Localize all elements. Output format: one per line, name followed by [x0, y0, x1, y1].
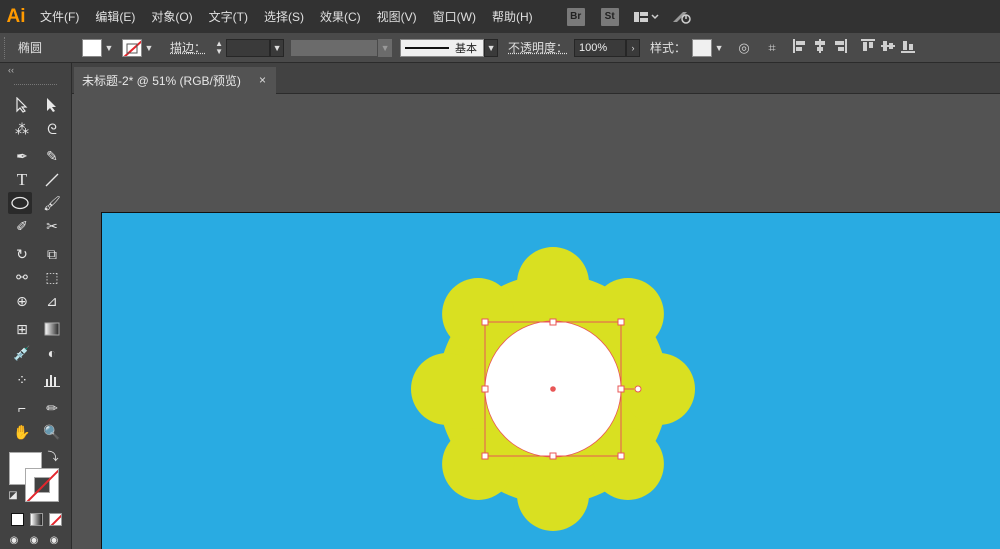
- align-left-icon[interactable]: [790, 39, 810, 56]
- recolor-artwork-icon[interactable]: ◎: [734, 40, 754, 56]
- arrange-documents-icon[interactable]: [633, 10, 659, 24]
- column-graph-tool-icon[interactable]: [40, 369, 64, 391]
- stroke-stepper-icon[interactable]: ▲ ▼: [212, 39, 226, 57]
- opacity-label[interactable]: 不透明度：: [508, 39, 568, 56]
- fill-dropdown-icon[interactable]: ▼: [102, 39, 116, 57]
- graphic-style-swatch[interactable]: [692, 38, 713, 57]
- perspective-grid-tool-icon[interactable]: ⊿: [40, 290, 64, 312]
- lasso-tool-icon[interactable]: ᘓ: [40, 118, 64, 140]
- brush-dropdown-icon[interactable]: ▼: [484, 38, 499, 57]
- ellipse-tool-icon[interactable]: [8, 192, 32, 214]
- draw-inside-icon[interactable]: ◉: [46, 533, 62, 547]
- menu-bar: Ai 文件(F) 编辑(E) 对象(O) 文字(T) 选择(S) 效果(C) 视…: [0, 0, 1000, 33]
- menu-file[interactable]: 文件(F): [32, 0, 87, 33]
- selection-type-label: 椭圆: [18, 41, 43, 55]
- zoom-tool-icon[interactable]: 🔍: [40, 421, 64, 443]
- none-mode-button[interactable]: [49, 513, 62, 526]
- tools-panel-grip[interactable]: [14, 77, 57, 85]
- blend-tool-icon[interactable]: ◐: [40, 342, 64, 364]
- menu-view[interactable]: 视图(V): [369, 0, 425, 33]
- stroke-color-swatch[interactable]: [122, 38, 143, 57]
- style-label: 样式：: [650, 41, 687, 55]
- menu-select[interactable]: 选择(S): [256, 0, 312, 33]
- width-tool-icon[interactable]: ⚯: [10, 266, 34, 288]
- stock-button[interactable]: St: [600, 7, 619, 26]
- slice-tool-icon[interactable]: ✏: [40, 397, 64, 419]
- selection-tool-icon[interactable]: [10, 94, 34, 116]
- artboard[interactable]: [101, 212, 1000, 549]
- mesh-tool-icon[interactable]: ⊞: [10, 318, 34, 340]
- canvas-area[interactable]: [72, 94, 1000, 549]
- artboard-tool-icon[interactable]: ⌐: [10, 397, 34, 419]
- pen-tool-icon[interactable]: ✒: [10, 145, 34, 167]
- tools-panel: ‹‹ ⁂ ᘓ ✒ ✎ T 🖌 ✐ ✂ ↻ ⧉ ⚯ ⬚ ⊕ ⊿ ⊞ 💉 ◐ ⁘ ⌐…: [0, 63, 72, 549]
- symbol-sprayer-tool-icon[interactable]: ⁘: [10, 369, 34, 391]
- none-slash-icon: [26, 469, 58, 501]
- draw-behind-icon[interactable]: ◉: [26, 533, 42, 547]
- center-point: [550, 386, 556, 392]
- curvature-tool-icon[interactable]: ✎: [40, 145, 64, 167]
- control-bar: 椭圆 ▼ ▼ 描边： ▲ ▼ ▼ ▼ 基本 ▼ 不透明度： 100% › 样式： …: [0, 33, 1000, 63]
- swap-fill-stroke-icon[interactable]: ⤵: [46, 449, 60, 463]
- opacity-expand-icon[interactable]: ›: [626, 38, 641, 57]
- style-dropdown-icon[interactable]: ▼: [712, 39, 726, 57]
- stroke-weight-label[interactable]: 描边：: [170, 39, 206, 56]
- document-tab-bar: 未标题-2* @ 51% (RGB/预览) ×: [72, 63, 1000, 94]
- fill-color-swatch[interactable]: [82, 38, 103, 57]
- draw-normal-icon[interactable]: ◉: [6, 533, 22, 547]
- menu-help[interactable]: 帮助(H): [484, 0, 541, 33]
- type-tool-icon[interactable]: T: [10, 169, 34, 191]
- color-mode-button[interactable]: [11, 513, 24, 526]
- default-fill-stroke-icon[interactable]: ◪: [6, 488, 20, 502]
- transform-icon[interactable]: ⌗: [762, 40, 782, 56]
- document-tab-title: 未标题-2* @ 51% (RGB/预览): [82, 74, 241, 88]
- brush-definition[interactable]: 基本: [400, 38, 485, 57]
- close-tab-icon[interactable]: ×: [259, 73, 266, 87]
- scale-tool-icon[interactable]: ⧉: [40, 243, 64, 265]
- align-top-icon[interactable]: [858, 39, 878, 56]
- brush-label: 基本: [455, 42, 478, 55]
- collapse-panel-icon[interactable]: ‹‹: [0, 63, 71, 77]
- menu-window[interactable]: 窗口(W): [425, 0, 484, 33]
- stroke-dropdown-icon[interactable]: ▼: [142, 39, 156, 57]
- profile-dropdown-icon: ▼: [378, 38, 393, 57]
- rotate-tool-icon[interactable]: ↻: [10, 243, 34, 265]
- bridge-button[interactable]: Br: [566, 7, 585, 26]
- gradient-mode-button[interactable]: [30, 513, 43, 526]
- variable-width-profile: [290, 38, 379, 57]
- illustrator-window: Ai 文件(F) 编辑(E) 对象(O) 文字(T) 选择(S) 效果(C) 视…: [0, 0, 1000, 549]
- align-bottom-icon[interactable]: [898, 39, 918, 56]
- opacity-input[interactable]: 100%: [574, 38, 627, 57]
- magic-wand-tool-icon[interactable]: ⁂: [10, 118, 34, 140]
- shaper-tool-icon[interactable]: ✐: [10, 215, 34, 237]
- artwork: [411, 247, 695, 531]
- menu-edit[interactable]: 编辑(E): [87, 0, 143, 33]
- app-logo: Ai: [6, 5, 26, 27]
- free-transform-tool-icon[interactable]: ⬚: [40, 266, 64, 288]
- paintbrush-tool-icon[interactable]: 🖌: [40, 192, 64, 214]
- align-center-icon[interactable]: [810, 39, 830, 56]
- scissors-tool-icon[interactable]: ✂: [40, 215, 64, 237]
- stroke-weight-input[interactable]: [226, 38, 271, 57]
- align-middle-icon[interactable]: [878, 39, 898, 56]
- menu-object[interactable]: 对象(O): [143, 0, 200, 33]
- stroke-swatch[interactable]: [25, 468, 59, 502]
- align-right-icon[interactable]: [830, 39, 850, 56]
- gradient-tool-icon[interactable]: [40, 318, 64, 340]
- brush-stroke-preview: [405, 46, 450, 49]
- line-segment-tool-icon[interactable]: [40, 169, 64, 191]
- control-bar-grip[interactable]: [4, 36, 10, 59]
- eyedropper-tool-icon[interactable]: 💉: [10, 342, 34, 364]
- direct-selection-tool-icon[interactable]: [40, 94, 64, 116]
- shape-builder-tool-icon[interactable]: ⊕: [10, 290, 34, 312]
- gpu-performance-icon[interactable]: [671, 9, 693, 25]
- stroke-weight-dropdown-icon[interactable]: ▼: [270, 38, 285, 57]
- menu-type[interactable]: 文字(T): [201, 0, 256, 33]
- hand-tool-icon[interactable]: ✋: [10, 421, 34, 443]
- document-tab[interactable]: 未标题-2* @ 51% (RGB/预览) ×: [74, 67, 276, 94]
- menu-effect[interactable]: 效果(C): [312, 0, 369, 33]
